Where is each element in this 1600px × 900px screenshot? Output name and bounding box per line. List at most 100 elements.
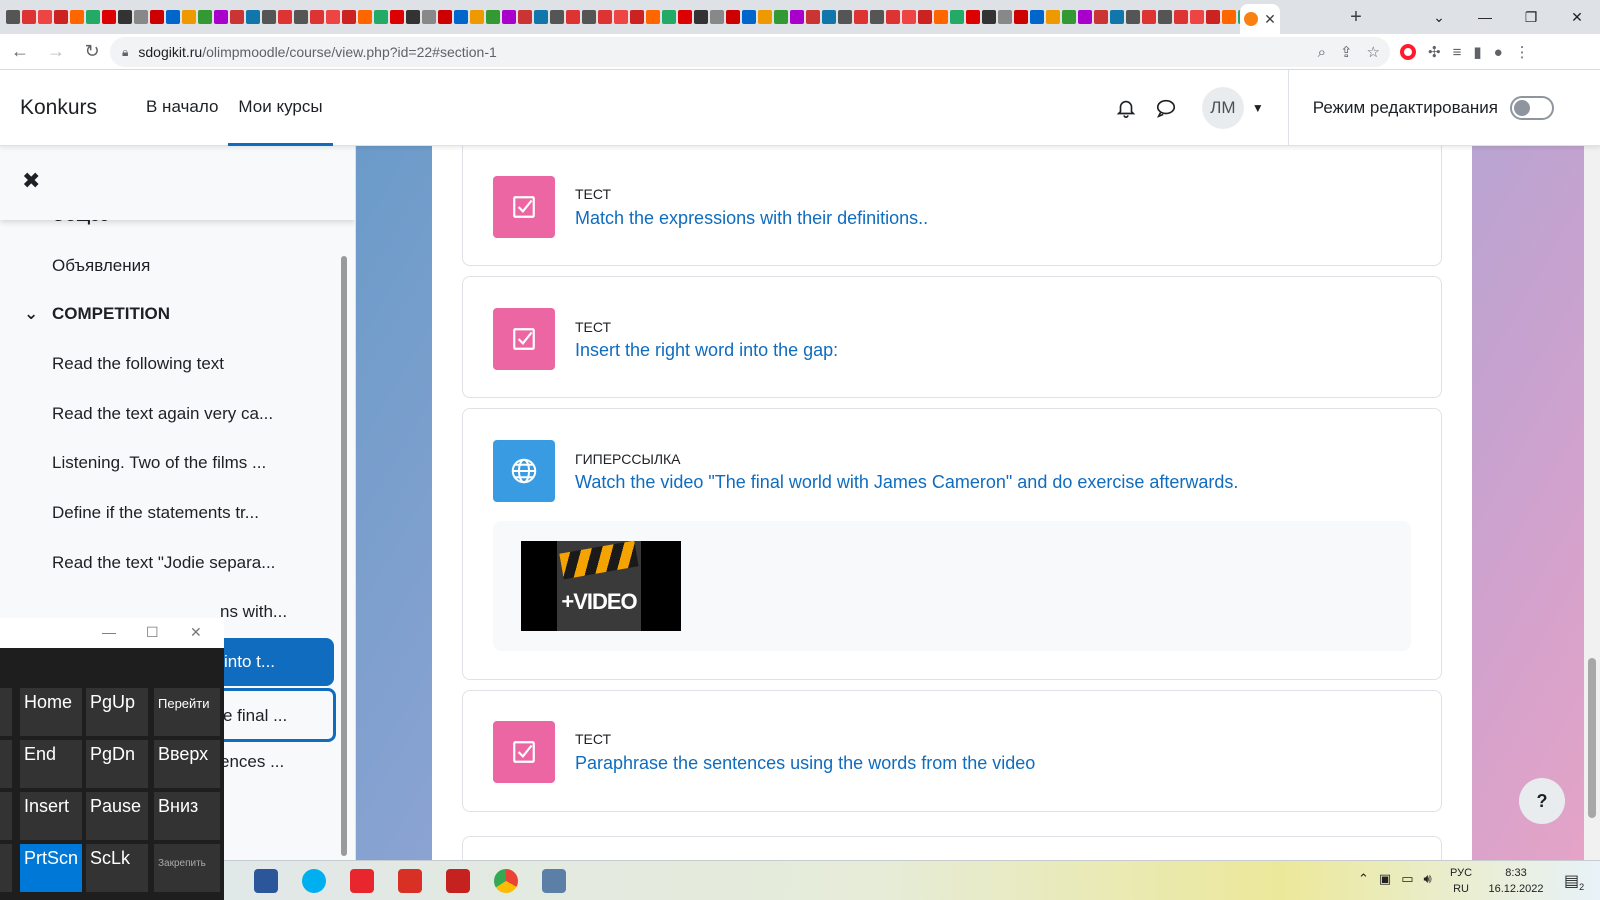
tab-favicon-icon[interactable] <box>710 10 724 24</box>
tab-favicon-icon[interactable] <box>342 10 356 24</box>
minimize-button[interactable]: — <box>1462 0 1508 34</box>
tab-favicon-icon[interactable] <box>358 10 372 24</box>
osk-key-down[interactable]: Вниз <box>154 792 220 840</box>
tab-favicon-icon[interactable] <box>406 10 420 24</box>
tab-favicon-icon[interactable] <box>454 10 468 24</box>
osk-key-prtscn[interactable]: PrtScn <box>20 844 82 892</box>
share-icon[interactable]: ⇪ <box>1340 43 1353 61</box>
browser-menu-icon[interactable]: ⋮ <box>1515 43 1530 61</box>
tab-favicon-icon[interactable] <box>1030 10 1044 24</box>
tab-favicon-icon[interactable] <box>1174 10 1188 24</box>
tab-favicon-icon[interactable] <box>166 10 180 24</box>
osk-key[interactable] <box>0 792 12 840</box>
tab-favicon-icon[interactable] <box>294 10 308 24</box>
edit-mode-toggle[interactable] <box>1510 96 1554 120</box>
activity-link[interactable]: Paraphrase the sentences using the words… <box>575 753 1035 774</box>
course-index-item[interactable]: Read the following text <box>52 354 224 374</box>
restore-button[interactable]: ❐ <box>1508 0 1554 34</box>
address-bar[interactable]: 🔒︎ sdogikit.ru/olimpmoodle/course/view.p… <box>110 37 1390 67</box>
tab-favicon-icon[interactable] <box>534 10 548 24</box>
tab-favicon-icon[interactable] <box>1062 10 1076 24</box>
osk-key[interactable] <box>0 740 12 788</box>
tab-favicon-icon[interactable] <box>1190 10 1204 24</box>
tab-favicon-icon[interactable] <box>806 10 820 24</box>
tab-favicon-icon[interactable] <box>950 10 964 24</box>
reload-icon[interactable]: ↻ <box>76 36 108 68</box>
osk-key-pgdn[interactable]: PgDn <box>86 740 148 788</box>
tab-favicon-icon[interactable] <box>838 10 852 24</box>
tab-favicon-icon[interactable] <box>214 10 228 24</box>
tab-close-icon[interactable]: ✕ <box>1264 11 1276 28</box>
course-index-section-competition[interactable]: ⌄ COMPETITION <box>24 304 170 324</box>
osk-key-goto[interactable]: Перейти <box>154 688 220 736</box>
osk-minimize-icon[interactable]: — <box>102 624 116 640</box>
tab-favicon-icon[interactable] <box>262 10 276 24</box>
tab-favicon-icon[interactable] <box>134 10 148 24</box>
tab-favicon-icon[interactable] <box>278 10 292 24</box>
user-menu-chevron-down-icon[interactable]: ▼ <box>1252 101 1264 115</box>
side-panel-icon[interactable]: ▮ <box>1473 43 1481 61</box>
tab-favicon-icon[interactable] <box>1046 10 1060 24</box>
tab-favicon-icon[interactable] <box>246 10 260 24</box>
tab-favicon-icon[interactable] <box>854 10 868 24</box>
tab-favicon-icon[interactable] <box>54 10 68 24</box>
tray-chevron-up-icon[interactable]: ⌃ <box>1358 871 1369 887</box>
course-index-item[interactable]: Объявления <box>52 256 150 276</box>
tab-favicon-icon[interactable] <box>1222 10 1236 24</box>
tab-favicon-icon[interactable] <box>470 10 484 24</box>
chevron-down-icon[interactable]: ⌄ <box>24 304 52 324</box>
action-center-icon[interactable]: ▤2 <box>1564 871 1584 892</box>
tab-favicon-icon[interactable] <box>390 10 404 24</box>
tab-favicon-icon[interactable] <box>70 10 84 24</box>
profile-icon[interactable]: ● <box>1494 44 1503 61</box>
tab-favicon-icon[interactable] <box>758 10 772 24</box>
tab-favicon-icon[interactable] <box>566 10 580 24</box>
notifications-bell-icon[interactable] <box>1106 88 1146 128</box>
tab-favicon-icon[interactable] <box>870 10 884 24</box>
language-indicator[interactable]: РУС RU <box>1450 865 1472 897</box>
osk-key-insert[interactable]: Insert <box>20 792 82 840</box>
close-window-button[interactable]: ✕ <box>1554 0 1600 34</box>
tab-favicon-icon[interactable] <box>1158 10 1172 24</box>
tab-favicon-icon[interactable] <box>1094 10 1108 24</box>
tab-search-icon[interactable]: ⌄ <box>1416 0 1462 34</box>
bookmark-star-icon[interactable]: ☆ <box>1367 43 1380 61</box>
course-index-item[interactable]: Define if the statements tr... <box>52 503 259 523</box>
pdf-app-icon[interactable] <box>398 869 422 893</box>
course-index-item[interactable]: Read the text again very ca... <box>52 404 273 424</box>
opera-extension-icon[interactable] <box>1400 44 1416 60</box>
tab-favicon-icon[interactable] <box>198 10 212 24</box>
skype-app-icon[interactable] <box>302 869 326 893</box>
tab-favicon-icon[interactable] <box>774 10 788 24</box>
tab-favicon-icon[interactable] <box>518 10 532 24</box>
activity-link[interactable]: Watch the video "The final world with Ja… <box>575 472 1238 493</box>
forward-icon[interactable]: → <box>40 36 72 68</box>
tab-favicon-icon[interactable] <box>1126 10 1140 24</box>
site-brand[interactable]: Konkurs <box>20 96 97 120</box>
tab-favicon-icon[interactable] <box>630 10 644 24</box>
tab-favicon-icon[interactable] <box>150 10 164 24</box>
tab-favicon-icon[interactable] <box>102 10 116 24</box>
chrome-app-icon[interactable] <box>494 869 518 893</box>
tab-favicon-icon[interactable] <box>694 10 708 24</box>
tab-favicon-icon[interactable] <box>742 10 756 24</box>
tab-favicon-icon[interactable] <box>422 10 436 24</box>
course-index-item[interactable]: ences ... <box>220 752 284 772</box>
osk-key-pause[interactable]: Pause <box>86 792 148 840</box>
nav-home-link[interactable]: В начало <box>136 70 228 146</box>
tab-favicon-icon[interactable] <box>230 10 244 24</box>
tab-favicon-icon[interactable] <box>678 10 692 24</box>
help-button[interactable]: ? <box>1519 778 1565 824</box>
tab-favicon-icon[interactable] <box>934 10 948 24</box>
tab-favicon-icon[interactable] <box>38 10 52 24</box>
reader-app-icon[interactable] <box>350 869 374 893</box>
osk-key-pin[interactable]: Закрепить <box>154 844 220 892</box>
osk-key-home[interactable]: Home <box>20 688 82 736</box>
page-scrollbar-thumb[interactable] <box>1588 658 1596 818</box>
tab-favicon-icon[interactable] <box>438 10 452 24</box>
tab-favicon-icon[interactable] <box>1206 10 1220 24</box>
tab-favicon-icon[interactable] <box>646 10 660 24</box>
tab-favicon-icon[interactable] <box>966 10 980 24</box>
user-avatar[interactable]: ЛМ <box>1201 87 1244 129</box>
tray-volume-icon[interactable]: 🔊︎ <box>1424 871 1432 887</box>
